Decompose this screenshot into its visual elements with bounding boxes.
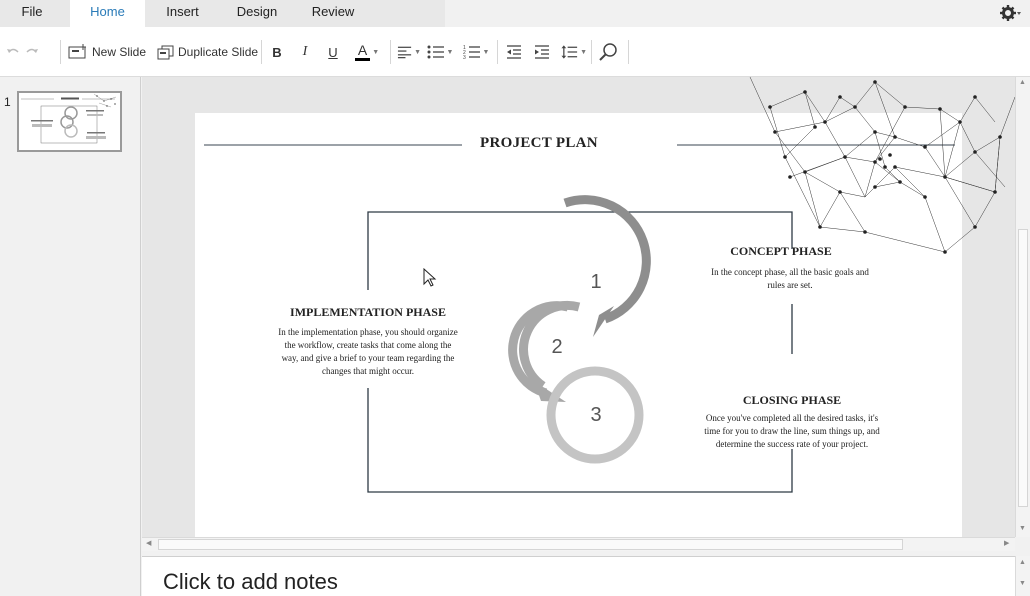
closing-phase-text[interactable]: Once you've completed all the desired ta…	[681, 412, 903, 451]
duplicate-slide-icon	[157, 45, 174, 60]
closing-phase-heading[interactable]: CLOSING PHASE	[692, 393, 892, 408]
slide-canvas: 1 2 3 PROJECT PLAN CONCEPT PHASE In the …	[142, 77, 1015, 537]
cycle-number-3: 3	[590, 404, 601, 426]
align-button[interactable]: ▼	[397, 41, 421, 63]
italic-button[interactable]: I	[296, 41, 314, 63]
presentation-editor: File Home Insert Design Review New Slide…	[0, 0, 1030, 596]
vertical-scroll-thumb[interactable]	[1018, 229, 1028, 507]
chevron-down-icon: ▼	[372, 48, 380, 56]
redo-icon[interactable]	[23, 41, 41, 63]
new-slide-label: New Slide	[92, 45, 147, 59]
underline-button[interactable]: U	[324, 41, 342, 63]
indent-icon	[535, 45, 549, 59]
numbered-list-icon: 123	[463, 45, 480, 59]
scroll-left-icon[interactable]: ◀	[146, 539, 151, 547]
cycle-diagram: 1 2 3	[508, 195, 651, 464]
scroll-down-icon[interactable]: ▼	[1019, 580, 1026, 587]
slide-thumbnail[interactable]	[17, 91, 122, 152]
scroll-down-icon[interactable]: ▼	[1019, 525, 1026, 532]
numbered-list-button[interactable]: 123 ▼	[460, 41, 492, 63]
horizontal-scrollbar[interactable]: ◀ ▶	[142, 537, 1015, 551]
implementation-phase-text[interactable]: In the implementation phase, you should …	[258, 326, 478, 378]
new-slide-button[interactable]: New Slide	[68, 41, 150, 63]
new-slide-icon	[68, 44, 86, 59]
chevron-down-icon: ▼	[446, 48, 454, 56]
bold-button[interactable]: B	[268, 41, 286, 63]
toolbar-separator	[261, 40, 262, 64]
settings-gear-icon[interactable]	[1000, 4, 1021, 22]
notes-scrollbar[interactable]: ▲ ▼	[1015, 556, 1030, 596]
bullet-list-icon	[427, 45, 444, 59]
implementation-phase-heading[interactable]: IMPLEMENTATION PHASE	[268, 305, 468, 320]
horizontal-scroll-thumb[interactable]	[158, 539, 903, 550]
concept-phase-text[interactable]: In the concept phase, all the basic goal…	[681, 266, 899, 292]
increase-indent-button[interactable]	[532, 41, 552, 63]
font-color-icon: A	[354, 43, 371, 61]
scroll-up-icon[interactable]: ▲	[1019, 559, 1026, 566]
mouse-pointer-icon	[423, 268, 437, 287]
slide-number: 1	[4, 95, 11, 109]
tab-file[interactable]: File	[0, 0, 64, 27]
outdent-icon	[507, 45, 521, 59]
duplicate-slide-button[interactable]: Duplicate Slide	[157, 41, 260, 63]
align-left-icon	[397, 46, 412, 59]
vertical-scrollbar[interactable]: ▲ ▼	[1015, 77, 1030, 537]
toolbar-separator	[628, 40, 629, 64]
notes-placeholder[interactable]: Click to add notes	[163, 569, 338, 595]
cycle-arc-1	[563, 195, 651, 324]
svg-text:3: 3	[463, 55, 466, 59]
slide-title[interactable]: PROJECT PLAN	[480, 135, 598, 152]
toolbar-separator	[390, 40, 391, 64]
cycle-number-1: 1	[590, 271, 601, 293]
scroll-up-icon[interactable]: ▲	[1019, 79, 1026, 86]
tab-design[interactable]: Design	[222, 0, 292, 27]
decorative-mesh-graphic	[749, 77, 1015, 254]
tab-review[interactable]: Review	[298, 0, 368, 27]
cycle-number-2: 2	[551, 336, 562, 358]
menu-bar: File Home Insert Design Review	[0, 0, 1030, 27]
bullet-list-button[interactable]: ▼	[425, 41, 455, 63]
toolbar-separator	[591, 40, 592, 64]
toolbar-separator	[497, 40, 498, 64]
tab-home[interactable]: Home	[70, 0, 145, 27]
toolbar: New Slide Duplicate Slide B I U A ▼ ▼ ▼ …	[0, 27, 1030, 77]
slide-thumbnail-panel: 1	[0, 77, 141, 596]
chevron-down-icon: ▼	[414, 48, 421, 56]
chevron-down-icon: ▼	[580, 48, 587, 56]
tab-insert[interactable]: Insert	[150, 0, 215, 27]
search-icon	[599, 43, 617, 61]
undo-icon[interactable]	[4, 41, 22, 63]
decrease-indent-button[interactable]	[504, 41, 524, 63]
toolbar-separator	[60, 40, 61, 64]
slide-thumbnail-preview	[21, 93, 117, 144]
notes-pane[interactable]: Click to add notes	[142, 556, 1015, 596]
font-color-button[interactable]: A ▼	[350, 41, 384, 63]
line-spacing-icon	[561, 45, 578, 59]
find-button[interactable]	[597, 41, 619, 63]
scroll-right-icon[interactable]: ▶	[1004, 539, 1009, 547]
chevron-down-icon: ▼	[482, 48, 490, 56]
duplicate-slide-label: Duplicate Slide	[178, 45, 259, 59]
line-spacing-button[interactable]: ▼	[561, 41, 587, 63]
